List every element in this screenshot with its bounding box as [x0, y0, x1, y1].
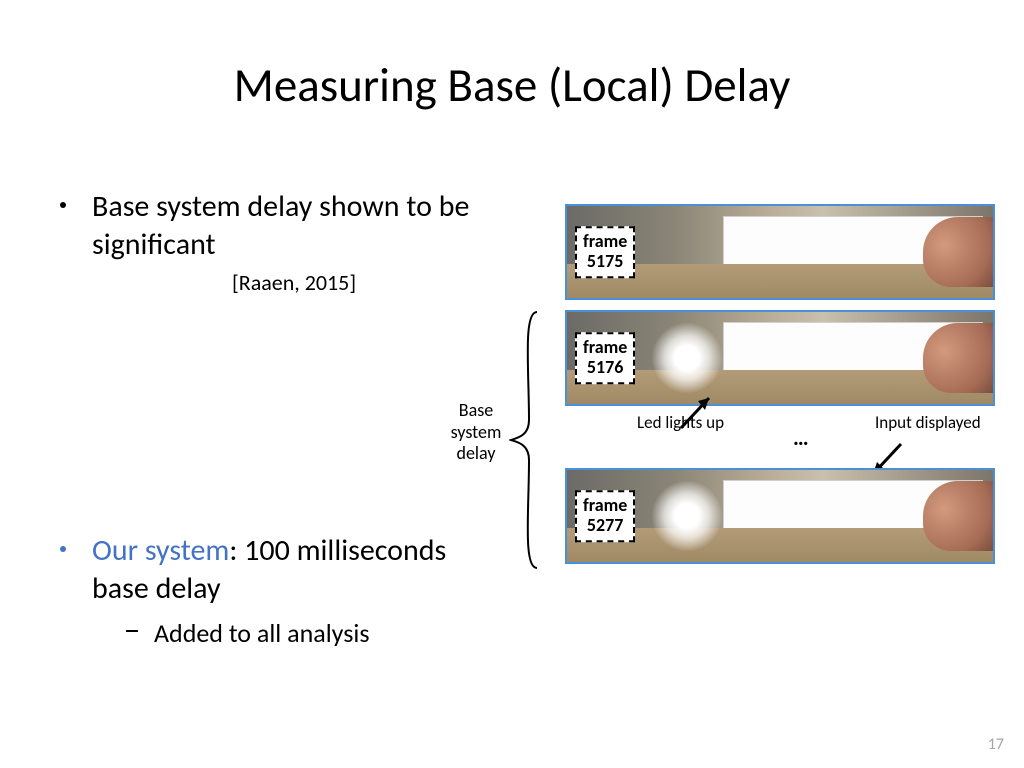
frame-1-label: frame 5175: [575, 226, 635, 278]
frame-2-label: frame 5176: [575, 332, 635, 384]
hand-icon: [923, 481, 993, 551]
frame-2: frame 5176: [565, 310, 995, 406]
bullet-2-highlight: Our system: [92, 532, 229, 569]
frame-label-num: 5176: [587, 356, 624, 378]
frame-label-num: 5277: [587, 514, 624, 536]
bullet-1: Base system delay shown to be significan…: [64, 188, 484, 296]
bullet-list: Base system delay shown to be significan…: [64, 188, 484, 649]
sub-bullet-text: Added to all analysis: [154, 617, 484, 649]
curly-brace-icon: [509, 310, 539, 570]
page-number: 17: [988, 735, 1004, 754]
annotation-ellipsis: …: [793, 424, 811, 451]
led-glow-icon: [652, 481, 722, 551]
frame-1: frame 5175: [565, 204, 995, 300]
bullet-marker: [60, 202, 66, 208]
bullet-2: Our system: 100 milliseconds base delay …: [64, 532, 484, 649]
bullet-marker: [60, 546, 66, 552]
slide-title: Measuring Base (Local) Delay: [0, 56, 1024, 114]
annotation-led: Led lights up: [637, 414, 724, 433]
bullet-2-text: Our system: 100 milliseconds base delay: [92, 532, 484, 607]
figure-panel: Base system delay frame 5175 frame 5176: [545, 204, 995, 574]
frame-label-top: frame: [583, 494, 627, 516]
frame-label-num: 5175: [587, 250, 624, 272]
frame-label-top: frame: [583, 336, 627, 358]
annotation-row: Led lights up … Input displayed: [545, 416, 995, 468]
annotation-input: Input displayed: [875, 414, 981, 433]
sub-bullet: Added to all analysis: [92, 617, 484, 649]
sub-bullet-marker: [126, 630, 138, 632]
frame-label-top: frame: [583, 230, 627, 252]
brace-label: Base system delay: [441, 400, 511, 465]
hand-icon: [923, 217, 993, 287]
frame-3-label: frame 5277: [575, 490, 635, 542]
bullet-1-text: Base system delay shown to be significan…: [92, 188, 484, 263]
citation: [Raaen, 2015]: [232, 269, 484, 296]
frame-3: frame 5277: [565, 468, 995, 564]
led-glow-icon: [652, 323, 722, 393]
hand-icon: [923, 323, 993, 393]
